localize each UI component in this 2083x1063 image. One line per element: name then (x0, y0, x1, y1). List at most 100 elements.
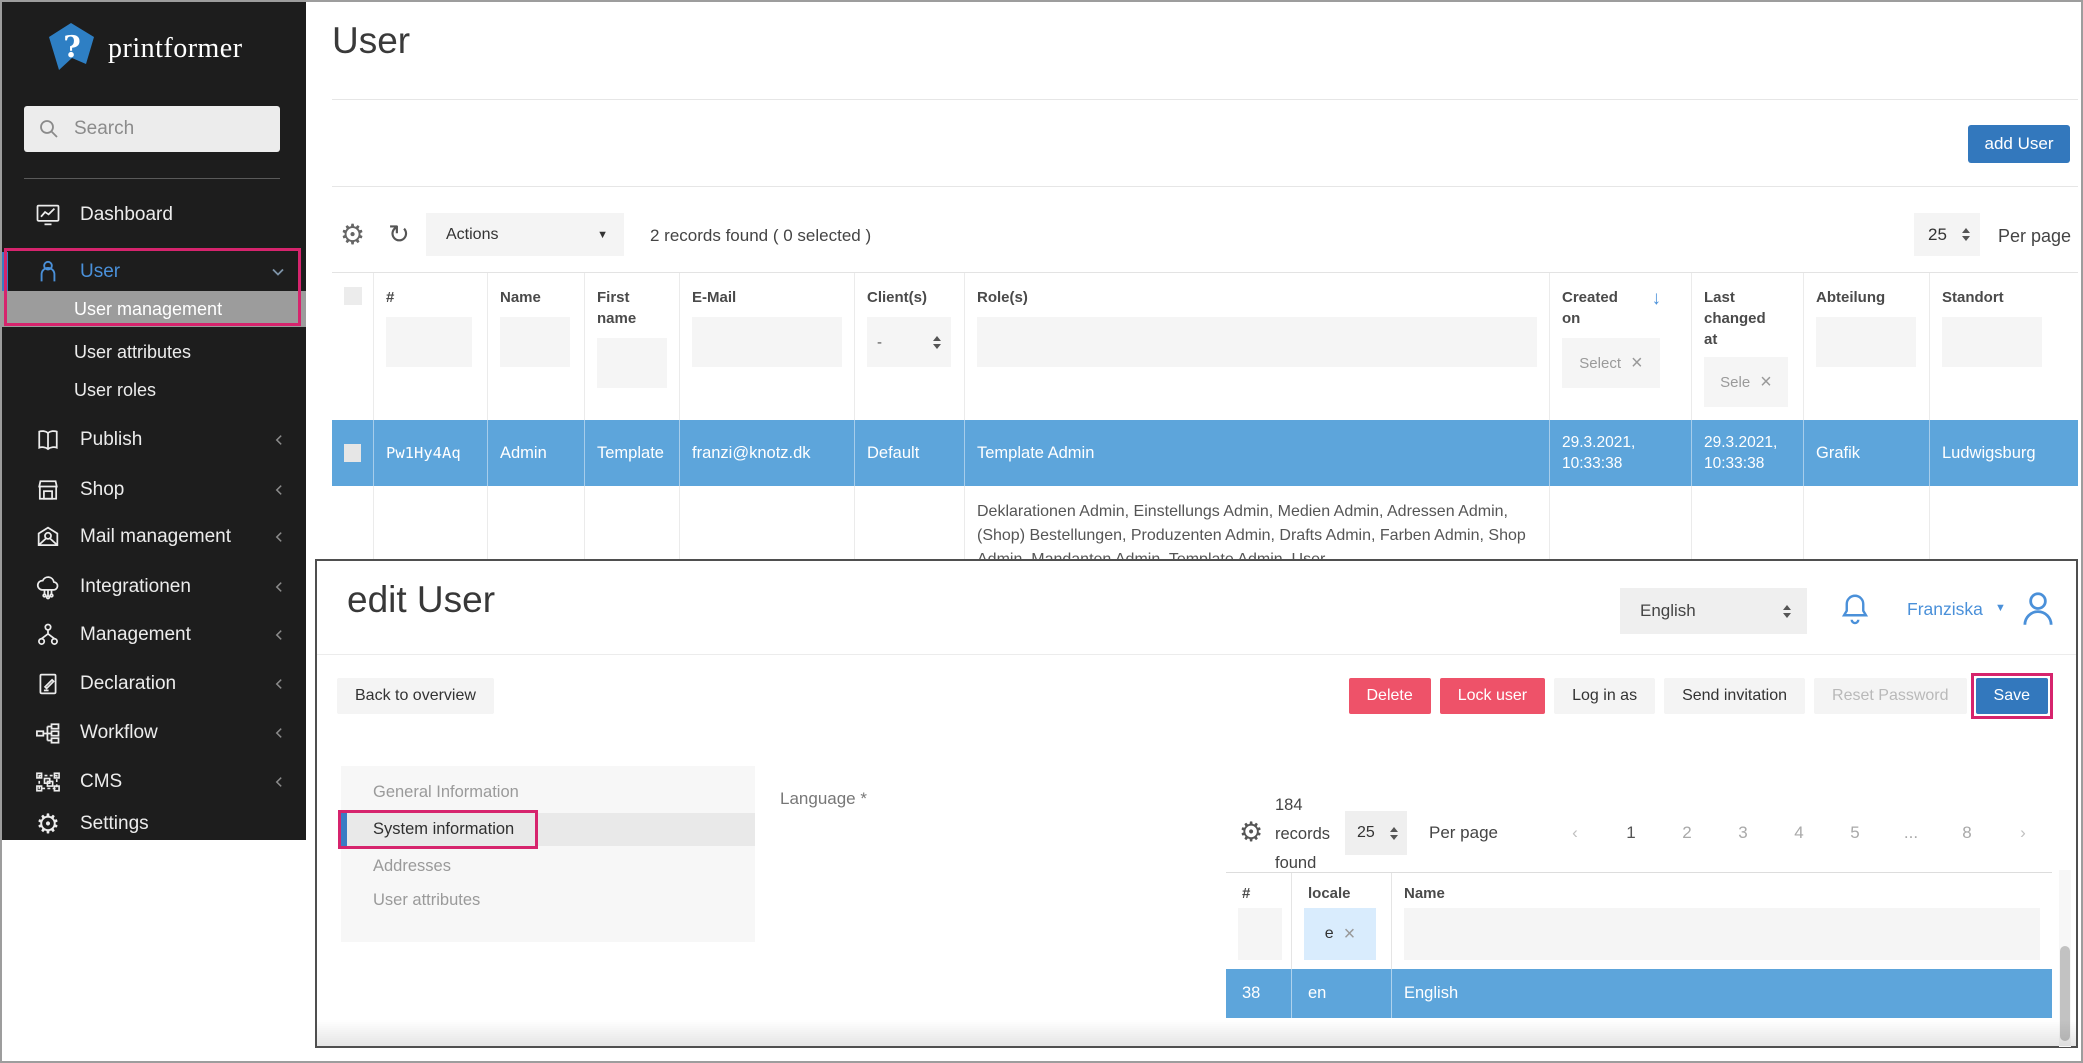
active-indicator (2, 252, 8, 292)
shop-icon (32, 474, 64, 506)
header-select-all (332, 273, 374, 420)
sidebar-item-integrationen[interactable]: Integrationen (2, 567, 306, 607)
locale-row-selected[interactable]: 38 en English (1226, 969, 2052, 1018)
filter-locale-input[interactable]: e × (1304, 908, 1376, 960)
sidebar-item-management[interactable]: Management (2, 615, 306, 655)
gear-icon[interactable]: ⚙ (1239, 819, 1263, 846)
header-name: Name (488, 273, 585, 420)
filter-last-changed-select[interactable]: Sele × (1704, 357, 1788, 407)
select-all-checkbox[interactable] (344, 287, 362, 305)
sidebar-item-dashboard[interactable]: Dashboard (2, 195, 306, 235)
account-name[interactable]: Franziska (1907, 599, 1983, 620)
header-standort: Standort (1930, 273, 2078, 420)
filter-standort-input[interactable] (1942, 317, 2042, 367)
sidebar-item-user-management[interactable]: User management (2, 291, 306, 327)
scrollbar-track[interactable] (2059, 870, 2071, 1047)
divider (332, 186, 2078, 187)
select-updown-icon (933, 336, 941, 349)
sidebar-item-user[interactable]: User (2, 252, 306, 292)
gear-icon[interactable]: ⚙ (340, 221, 365, 249)
sidebar-item-label: User attributes (74, 342, 191, 363)
cell-locale: en (1292, 969, 1392, 1018)
row-checkbox-cell (332, 420, 374, 486)
sidebar-item-user-attributes[interactable]: User attributes (2, 334, 306, 370)
lock-user-button[interactable]: Lock user (1440, 678, 1545, 714)
cell-created-on: 29.3.2021,10:33:38 (1550, 420, 1692, 486)
cell-last-changed: 29.3.2021,10:33:38 (1692, 420, 1804, 486)
clear-filter-icon[interactable]: × (1344, 923, 1356, 946)
select-updown-icon (1783, 605, 1791, 618)
cloud-integration-icon (32, 571, 64, 603)
clear-filter-icon[interactable]: × (1631, 352, 1643, 375)
caret-down-icon[interactable]: ▼ (1995, 603, 2006, 614)
send-invitation-button[interactable]: Send invitation (1664, 678, 1805, 714)
sidebar-item-shop[interactable]: Shop (2, 470, 306, 510)
time-line: 10:33:38 (1704, 455, 1764, 472)
sidebar-item-label: Settings (80, 813, 149, 835)
pagination-page-1[interactable]: 1 (1616, 823, 1646, 843)
cell-clients: Default (855, 420, 965, 486)
filter-clients-select[interactable]: - (867, 317, 951, 367)
actions-dropdown[interactable]: Actions ▼ (426, 213, 624, 256)
filter-name-input[interactable] (1404, 908, 2040, 960)
filter-abteilung-input[interactable] (1816, 317, 1916, 367)
header-id: # (374, 273, 488, 420)
app-logo[interactable]: ? printformer (46, 22, 243, 76)
tab-label: General Information (373, 783, 519, 802)
add-user-button[interactable]: add User (1968, 125, 2070, 163)
sidebar-item-publish[interactable]: Publish (2, 420, 306, 460)
ui-language-select[interactable]: English (1620, 588, 1807, 634)
filter-first-name-input[interactable] (597, 338, 667, 388)
per-page-select[interactable]: 25 (1914, 213, 1980, 256)
pagination-page-8[interactable]: 8 (1952, 823, 1982, 843)
account-avatar-icon[interactable] (2017, 587, 2059, 631)
cell-roles: Template Admin (965, 420, 1550, 486)
delete-button[interactable]: Delete (1349, 678, 1431, 714)
filter-roles-input[interactable] (977, 317, 1537, 367)
filter-id-input[interactable] (1238, 908, 1282, 960)
column-label: Client(s) (867, 287, 952, 308)
pagination-page-3[interactable]: 3 (1728, 823, 1758, 843)
pagination-page-5[interactable]: 5 (1840, 823, 1870, 843)
tab-system-information[interactable]: System information (341, 813, 755, 846)
filter-email-input[interactable] (692, 317, 842, 367)
cell-id: Pw1Hy4Aq (374, 420, 488, 486)
pagination-page-2[interactable]: 2 (1672, 823, 1702, 843)
filter-created-on-select[interactable]: Select × (1562, 338, 1660, 388)
org-chart-icon (32, 619, 64, 651)
row-checkbox[interactable] (344, 444, 361, 462)
per-page-select[interactable]: 25 (1345, 811, 1407, 855)
pagination-next[interactable]: › (2008, 823, 2038, 843)
back-to-overview-button[interactable]: Back to overview (337, 678, 494, 714)
pagination-prev[interactable]: ‹ (1560, 823, 1590, 843)
gear-icon: ⚙ (32, 808, 64, 840)
log-in-as-button[interactable]: Log in as (1554, 678, 1655, 714)
header-first-name: First name (585, 273, 680, 420)
sidebar-item-user-roles[interactable]: User roles (2, 372, 306, 408)
sidebar-item-workflow[interactable]: Workflow (2, 713, 306, 753)
divider (332, 99, 2078, 100)
tab-general-information[interactable]: General Information (341, 776, 755, 809)
cell-abteilung: Grafik (1804, 420, 1930, 486)
reset-password-button[interactable]: Reset Password (1814, 678, 1967, 714)
save-button[interactable]: Save (1976, 678, 2048, 714)
tab-user-attributes[interactable]: User attributes (341, 884, 755, 917)
sidebar-item-cms[interactable]: CMS (2, 762, 306, 802)
tab-addresses[interactable]: Addresses (341, 850, 755, 883)
clear-filter-icon[interactable]: × (1760, 371, 1772, 394)
header-name: Name (1392, 873, 2052, 969)
pagination-page-4[interactable]: 4 (1784, 823, 1814, 843)
sidebar-item-mail-management[interactable]: Mail management (2, 517, 306, 557)
notifications-bell-icon[interactable] (1837, 589, 1873, 631)
search-input[interactable] (72, 117, 246, 141)
sort-descending-icon[interactable]: ↓ (1652, 289, 1662, 308)
filter-id-input[interactable] (386, 317, 472, 367)
refresh-icon[interactable]: ↻ (388, 221, 410, 247)
sidebar-item-declaration[interactable]: Declaration (2, 664, 306, 704)
records-summary: 2 records found ( 0 selected ) (650, 226, 871, 246)
divider (317, 654, 2076, 655)
scrollbar-thumb[interactable] (2060, 946, 2070, 1041)
filter-name-input[interactable] (500, 317, 570, 367)
table-row-selected[interactable]: Pw1Hy4Aq Admin Template franzi@knotz.dk … (332, 420, 2078, 486)
sidebar-item-settings[interactable]: ⚙ Settings (2, 804, 306, 844)
